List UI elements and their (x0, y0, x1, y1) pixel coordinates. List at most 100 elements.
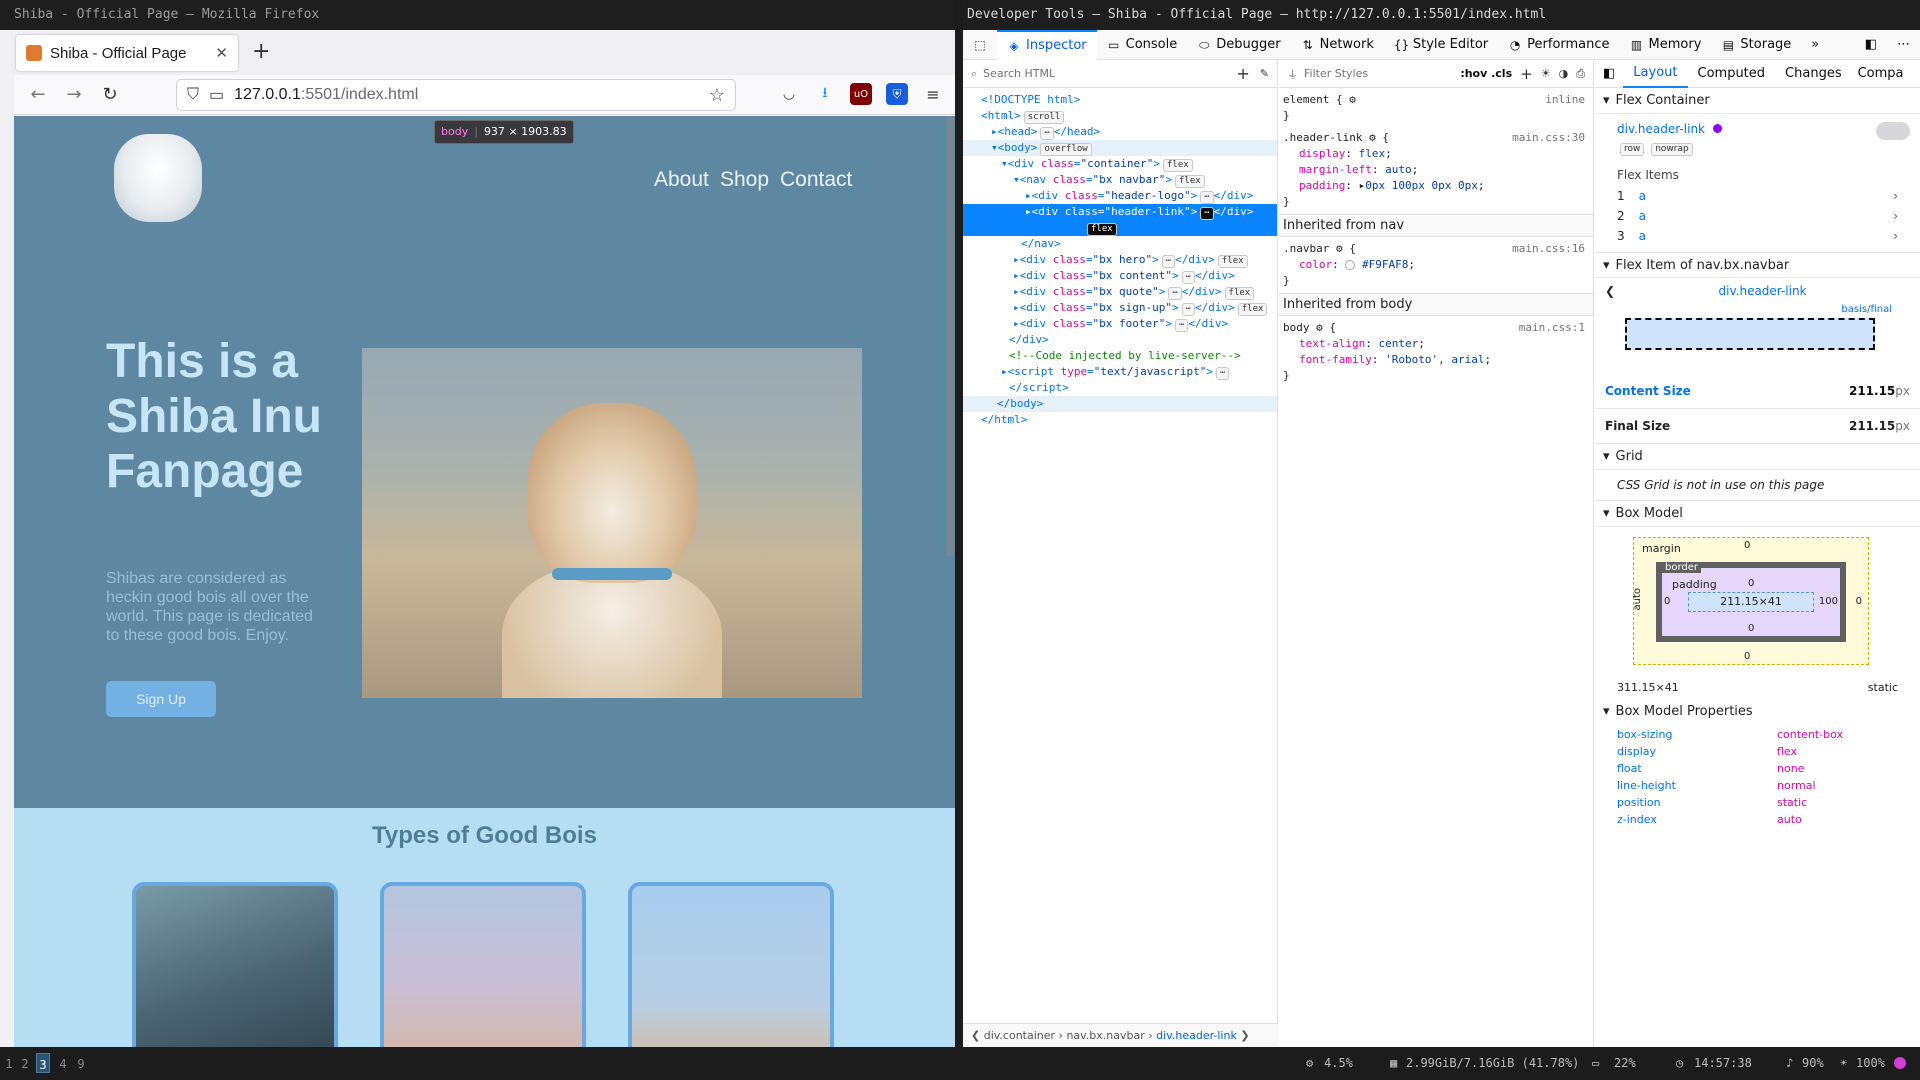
element-rule[interactable]: element { ⚙ inline (1279, 92, 1593, 108)
print-media-icon[interactable]: ⎙ (1576, 67, 1585, 81)
search-html-input[interactable]: Search HTML (983, 67, 1055, 80)
flex-item-row[interactable]: 3 a › (1595, 226, 1920, 246)
script-line[interactable]: ▸<script type="text/javascript"> ⋯ (963, 364, 1277, 380)
nav-link-contact[interactable]: Contact (780, 168, 852, 192)
comment-line[interactable]: <!--Code injected by live-server--> (963, 348, 1277, 364)
pick-element-icon[interactable]: ⬚ (963, 30, 997, 60)
tab-computed[interactable]: Computed (1688, 66, 1776, 81)
html-close-line[interactable]: </html> (963, 412, 1277, 428)
workspace-2[interactable]: 2 (18, 1053, 32, 1073)
toggle-sidebar-icon[interactable]: ◧ (1595, 66, 1623, 81)
body-rule[interactable]: body ⚙ {main.css:1 (1279, 320, 1593, 336)
nav-close-line[interactable]: </nav> (963, 236, 1277, 252)
more-options-icon[interactable]: ⋯ (1887, 30, 1920, 60)
body-close-line[interactable]: </body> (963, 396, 1277, 412)
flex-item-row[interactable]: 2 a › (1595, 206, 1920, 226)
tab-inspector[interactable]: ◈ Inspector (997, 29, 1097, 60)
navbar-rule[interactable]: .navbar ⚙ {main.css:16 (1279, 241, 1593, 257)
tab-network[interactable]: ⇅ Network (1291, 30, 1384, 60)
header-logo-line[interactable]: ▸<div class="header-logo"> ⋯ </div> (963, 188, 1277, 204)
breadcrumb-next-icon[interactable]: ❯ (1240, 1029, 1249, 1042)
bookmark-star-icon[interactable]: ☆ (709, 85, 725, 106)
workspace-1[interactable]: 1 (2, 1053, 16, 1073)
workspace-4[interactable]: 4 (56, 1053, 70, 1073)
flex-item-selector[interactable]: div.header-link (1719, 284, 1807, 298)
breadcrumb-item-current[interactable]: div.header-link (1156, 1029, 1237, 1042)
footer-line[interactable]: ▸<div class="bx footer"> ⋯ </div> (963, 316, 1277, 332)
flex-overlay-dot[interactable] (1712, 124, 1722, 133)
nav-line[interactable]: ▾<nav class="bx navbar"> flex (963, 172, 1277, 188)
add-node-icon[interactable]: + (1236, 64, 1249, 83)
download-icon[interactable]: ⭳ (814, 83, 836, 105)
shiba-logo[interactable] (114, 134, 202, 222)
card-two-shibas[interactable] (380, 882, 586, 1047)
flex-highlight-toggle[interactable] (1876, 122, 1910, 140)
tab-changes[interactable]: Changes (1775, 66, 1852, 81)
back-chevron-icon[interactable]: ❮ (1605, 284, 1615, 298)
menu-icon[interactable]: ≡ (922, 83, 944, 105)
head-line[interactable]: ▸<head> ⋯ </head> (963, 124, 1277, 140)
quote-line[interactable]: ▸<div class="bx quote"> ⋯ </div> flex (963, 284, 1277, 300)
box-margin[interactable]: margin 0 0 auto 0 border padding 0 0 0 1… (1632, 537, 1869, 665)
dock-icon[interactable]: ◧ (1855, 30, 1887, 60)
bitwarden-icon[interactable]: ⛨ (886, 83, 908, 105)
more-tabs-icon[interactable]: » (1801, 30, 1829, 60)
breadcrumb-prev-icon[interactable]: ❮ (971, 1029, 984, 1042)
filter-styles-input[interactable]: Filter Styles (1304, 67, 1368, 80)
ublock-icon[interactable]: uO (850, 83, 872, 105)
pocket-icon[interactable]: ◡ (778, 83, 800, 105)
tab-layout[interactable]: Layout (1623, 60, 1688, 88)
url-bar[interactable]: ⛉ ▭ 127.0.0.1 :5501/index.html ☆ (176, 79, 736, 111)
color-swatch[interactable] (1345, 260, 1356, 270)
header-link-rule[interactable]: .header-link ⚙ {main.css:30 (1279, 130, 1593, 146)
card-smiling-shiba[interactable] (628, 882, 834, 1047)
content-line[interactable]: ▸<div class="bx content"> ⋯ </div> (963, 268, 1277, 284)
nav-link-about[interactable]: About (654, 168, 709, 192)
tab-performance[interactable]: ◔ Performance (1498, 30, 1619, 60)
box-model-header[interactable]: ▾ Box Model (1595, 501, 1920, 527)
container-line[interactable]: ▾<div class="container"> flex (963, 156, 1277, 172)
light-mode-icon[interactable]: ☀ (1541, 67, 1551, 80)
header-link-line[interactable]: ▸<div class="header-link"> ⋯ </div> flex (963, 204, 1277, 236)
hero-line[interactable]: ▸<div class="bx hero"> ⋯ </div> flex (963, 252, 1277, 268)
back-icon[interactable]: ← (24, 81, 52, 109)
tab-storage[interactable]: ▤ Storage (1711, 30, 1801, 60)
add-rule-icon[interactable]: + (1520, 65, 1533, 83)
doctype-line[interactable]: <!DOCTYPE html> (963, 92, 1277, 108)
sign-up-button[interactable]: Sign Up (106, 681, 216, 717)
flex-item-of-header[interactable]: ▾ Flex Item of nav.bx.navbar (1595, 252, 1920, 278)
script-close-line[interactable]: </script> (963, 380, 1277, 396)
tab-console[interactable]: ▭ Console (1097, 30, 1188, 60)
workspace-3[interactable]: 3 (36, 1053, 50, 1073)
eyedropper-icon[interactable]: ✎ (1260, 67, 1269, 80)
page-info-icon[interactable]: ▭ (209, 85, 224, 105)
grid-header[interactable]: ▾ Grid (1595, 444, 1920, 470)
container-close-line[interactable]: </div> (963, 332, 1277, 348)
forward-icon[interactable]: → (60, 81, 88, 109)
flex-container-header[interactable]: ▾ Flex Container (1595, 88, 1920, 114)
flex-container-selector[interactable]: div.header-link (1617, 122, 1705, 136)
tab-memory[interactable]: ▥ Memory (1620, 30, 1712, 60)
shield-icon[interactable]: ⛉ (187, 86, 199, 104)
tab-debugger[interactable]: ⬭ Debugger (1187, 30, 1290, 60)
close-tab-icon[interactable]: ✕ (215, 44, 228, 62)
signup-line[interactable]: ▸<div class="bx sign-up"> ⋯ </div> flex (963, 300, 1277, 316)
tray-app-icon[interactable] (1894, 1057, 1906, 1069)
workspace-9[interactable]: 9 (74, 1053, 88, 1073)
box-border[interactable]: border padding 0 0 0 100 211.15×41 (1656, 562, 1846, 642)
tab-compat[interactable]: Compat (1852, 66, 1904, 81)
breadcrumb-item[interactable]: div.container (984, 1029, 1055, 1042)
card-black-shiba[interactable] (132, 882, 338, 1047)
browser-tab[interactable]: Shiba - Official Page ✕ (16, 35, 238, 71)
html-line[interactable]: <html> scroll (963, 108, 1277, 124)
breadcrumb-item[interactable]: nav.bx.navbar (1066, 1029, 1144, 1042)
tab-style-editor[interactable]: {} Style Editor (1384, 30, 1498, 60)
reload-icon[interactable]: ↻ (96, 81, 124, 109)
box-content[interactable]: 211.15×41 (1688, 592, 1814, 612)
box-props-header[interactable]: ▾ Box Model Properties (1595, 698, 1920, 724)
new-tab-icon[interactable]: + (252, 39, 270, 64)
flex-item-row[interactable]: 1 a › (1595, 186, 1920, 206)
nav-link-shop[interactable]: Shop (720, 168, 769, 192)
pseudo-class-toggle[interactable]: :hov .cls (1460, 67, 1512, 80)
body-line[interactable]: ▾<body> overflow (963, 140, 1277, 156)
